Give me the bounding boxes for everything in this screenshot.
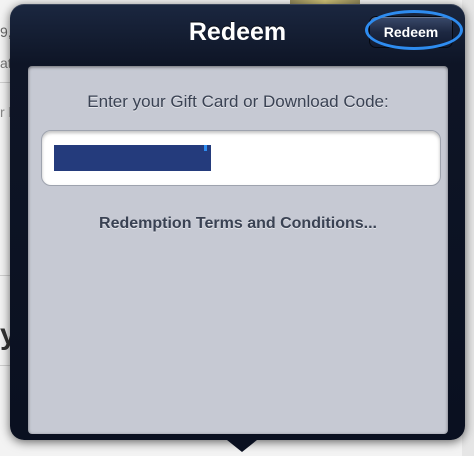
code-prompt-label: Enter your Gift Card or Download Code: bbox=[87, 92, 389, 111]
popover-content: Enter your Gift Card or Download Code: R… bbox=[28, 66, 448, 434]
popover-arrow bbox=[222, 436, 262, 452]
redeem-code-input[interactable] bbox=[41, 130, 441, 186]
text-cursor bbox=[204, 145, 207, 151]
redacted-code-value bbox=[54, 145, 211, 171]
redemption-terms-link[interactable]: Redemption Terms and Conditions... bbox=[28, 215, 448, 233]
redeem-button[interactable]: Redeem bbox=[369, 16, 453, 48]
redeem-popover: Redeem Redeem Enter your Gift Card or Do… bbox=[10, 4, 465, 440]
